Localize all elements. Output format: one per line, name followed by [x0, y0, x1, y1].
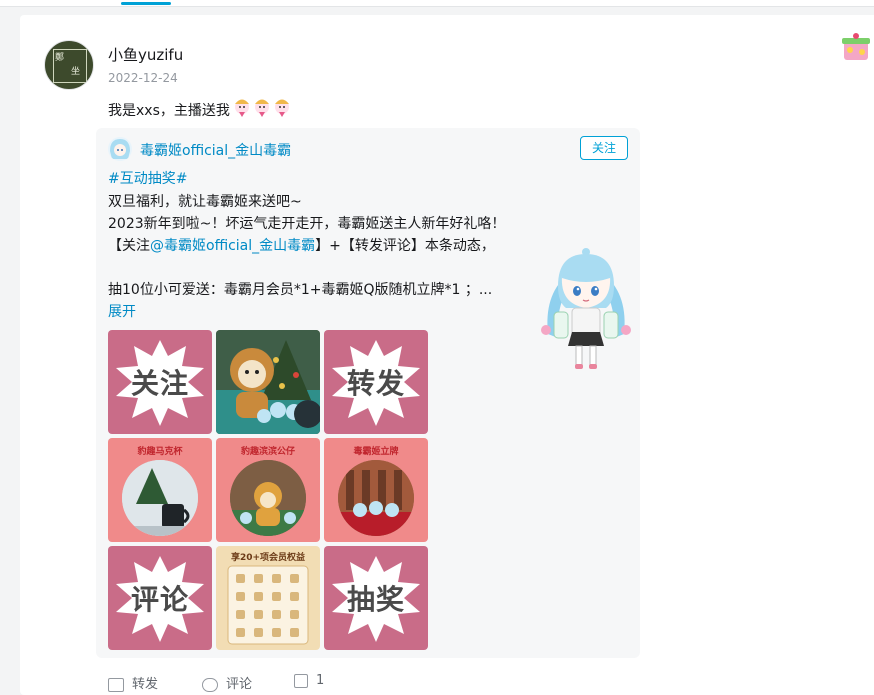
repost-text-line: 双旦福利，就让毒霸姬来送吧~	[108, 194, 302, 210]
mascot-photo	[216, 330, 320, 434]
avatar-glyph: 坐	[71, 67, 81, 77]
anime-girl-icon	[110, 139, 130, 159]
image-tile-photo[interactable]	[216, 330, 320, 434]
post-date[interactable]: 2022-12-24	[108, 71, 178, 85]
repost-text-line: 【关注@毒霸姬official_金山毒霸】+【转发评论】本条动态，	[108, 235, 495, 255]
comment-action[interactable]: 评论	[202, 673, 252, 692]
image-tile-prize-plush[interactable]: 豹趣滨滨公仔	[216, 438, 320, 542]
image-tile-forward[interactable]: 转发	[324, 330, 428, 434]
repost-text-line: 抽10位小可爱送：毒霸月会员*1+毒霸姬Q版随机立牌*1 ；...	[108, 282, 493, 298]
image-tile-prize-standee[interactable]: 毒霸姬立牌	[324, 438, 428, 542]
tile-label: 关注	[130, 367, 189, 400]
tile-label: 转发	[346, 367, 405, 400]
tile-label: 豹趣马克杯	[137, 447, 183, 457]
mug-photo	[122, 460, 198, 536]
tile-label: 豹趣滨滨公仔	[240, 447, 295, 457]
author-name[interactable]: 小鱼yuzifu	[108, 44, 183, 65]
expand-link[interactable]: 展开	[108, 301, 136, 321]
prize-photo	[338, 460, 414, 536]
tile-label: 评论	[130, 583, 189, 616]
forward-action[interactable]: 转发	[108, 673, 158, 692]
image-tile-comment[interactable]: 评论	[108, 546, 212, 650]
plush-photo	[230, 460, 306, 536]
mention-link[interactable]: @毒霸姬official_金山毒霸	[150, 238, 315, 254]
thumbs-up-icon	[294, 673, 308, 688]
image-tile-follow[interactable]: 关注	[108, 330, 212, 434]
prize-photo	[122, 460, 198, 536]
avatar-glyph: 鄭	[55, 53, 65, 63]
hashtag-link[interactable]: #互动抽奖#	[108, 168, 187, 188]
image-tile-prize-mug[interactable]: 豹趣马克杯	[108, 438, 212, 542]
user-avatar[interactable]: 鄭 坐	[44, 40, 94, 90]
post-text: 我是xxs，主播送我	[108, 103, 230, 119]
repost-avatar[interactable]	[108, 137, 132, 161]
benefits-grid-icon	[227, 565, 309, 645]
top-tab-bar	[0, 0, 874, 7]
text-fragment: 】+【转发评论】本条动态，	[315, 238, 495, 254]
like-action[interactable]: 1	[294, 673, 324, 688]
like-count: 1	[316, 673, 325, 688]
standee-photo	[338, 460, 414, 536]
image-tile-lottery[interactable]: 抽奖	[324, 546, 428, 650]
image-tile-benefits[interactable]: 享20+项会员权益	[216, 546, 320, 650]
sticker-emote-icon	[235, 99, 289, 117]
repost-text-line: 2023新年到啦~！坏运气走开走开，毒霸姬送主人新年好礼咯！	[108, 216, 506, 232]
text-fragment: 【关注	[108, 238, 150, 254]
tile-label: 抽奖	[346, 583, 405, 616]
decoration-pendant-icon[interactable]	[838, 30, 874, 66]
repost-author-name[interactable]: 毒霸姬official_金山毒霸	[140, 140, 291, 160]
mascot-sticker	[541, 248, 631, 369]
tile-label: 毒霸姬立牌	[353, 447, 399, 457]
prize-photo	[230, 460, 306, 536]
active-tab-indicator	[121, 2, 171, 5]
follow-button[interactable]: 关注	[580, 136, 628, 160]
